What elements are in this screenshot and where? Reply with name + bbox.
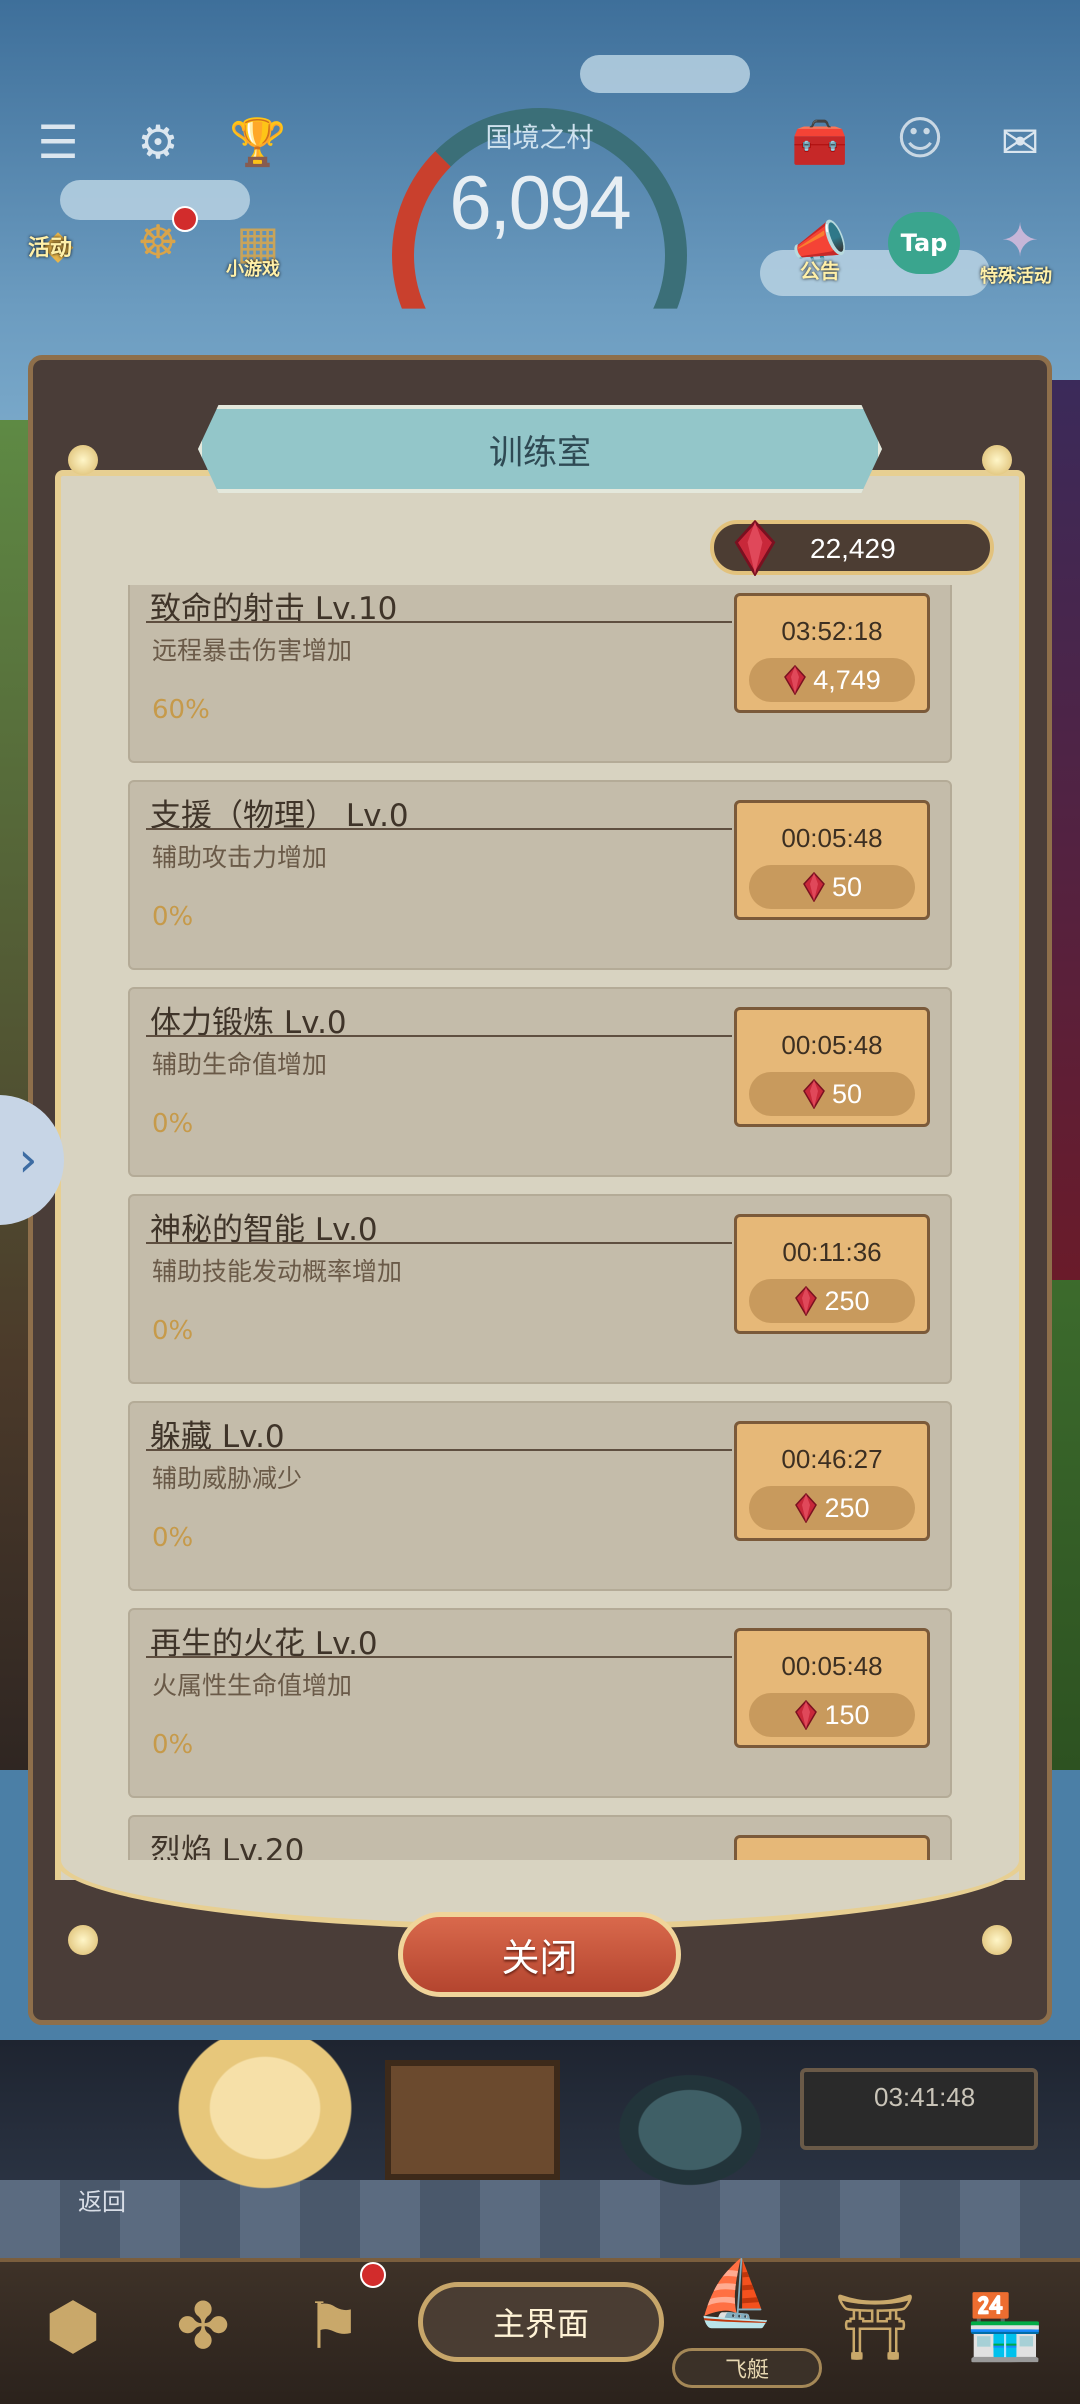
trophy-icon[interactable]: 🏆 xyxy=(228,112,288,172)
upgrade-cost: 150 xyxy=(749,1693,915,1737)
notification-badge xyxy=(360,2262,386,2288)
expedition-timer[interactable]: 03:41:48 xyxy=(800,2068,1038,2150)
skill-description: 辅助威胁减少 xyxy=(152,1464,303,1493)
hero-banner-icon[interactable]: ⚑ xyxy=(278,2272,388,2382)
ruby-gem-icon xyxy=(803,1079,825,1109)
upgrade-cost-value: 250 xyxy=(824,1492,870,1523)
upgrade-cost: 250 xyxy=(749,1279,915,1323)
upgrade-button[interactable]: 00:05:48 50 xyxy=(734,800,930,920)
rivet xyxy=(68,445,98,475)
gem-currency-display: 22,429 xyxy=(710,520,994,576)
skill-divider xyxy=(146,1656,732,1658)
skill-divider xyxy=(146,1035,732,1037)
skill-progress: 0% xyxy=(152,902,194,932)
upgrade-button[interactable]: 00:46:27 250 xyxy=(734,1421,930,1541)
village-name: 国境之村 xyxy=(485,123,594,154)
special-event-label[interactable]: 特殊活动 xyxy=(980,262,1052,288)
rivet xyxy=(68,1925,98,1955)
skill-card[interactable]: 致命的射击 Lv.10 远程暴击伤害增加 60% 03:52:18 4,749 xyxy=(128,585,952,763)
toolbox-icon[interactable]: 🧰 xyxy=(790,112,850,172)
upgrade-button[interactable]: 00:05:48 50 xyxy=(734,1007,930,1127)
ruby-gem-icon xyxy=(795,1286,818,1316)
skill-divider xyxy=(146,1449,732,1451)
gate-icon[interactable]: ⛩ xyxy=(820,2272,930,2382)
upgrade-cost-value: 4,749 xyxy=(813,664,881,695)
close-button[interactable]: 关闭 xyxy=(398,1912,681,1997)
upgrade-button[interactable]: 00:05:48 150 xyxy=(734,1628,930,1748)
ruby-gem-icon xyxy=(734,520,776,576)
cloud xyxy=(580,55,750,93)
crate xyxy=(385,2060,560,2180)
tap-button[interactable]: Tap xyxy=(888,212,960,274)
event-label[interactable]: 活动 xyxy=(28,230,72,262)
ruby-gem-icon xyxy=(795,1700,818,1730)
panel-title: 训练室 xyxy=(198,405,882,493)
skill-card[interactable]: 体力锻炼 Lv.0 辅助生命值增加 0% 00:05:48 50 xyxy=(128,987,952,1177)
skill-card[interactable]: 支援（物理） Lv.0 辅助攻击力增加 0% 00:05:48 50 xyxy=(128,780,952,970)
upgrade-timer: 00:11:36 xyxy=(782,1237,882,1267)
skill-card[interactable]: 再生的火花 Lv.0 火属性生命值增加 0% 00:05:48 150 xyxy=(128,1608,952,1798)
skill-progress: 0% xyxy=(152,1730,194,1760)
skill-description: 火属性生命值增加 xyxy=(152,1671,353,1700)
upgrade-cost-value: 250 xyxy=(824,1285,870,1316)
upgrade-timer: 00:46:27 xyxy=(781,1444,883,1474)
upgrade-cost: 50 xyxy=(749,865,915,909)
skill-description: 远程暴击伤害增加 xyxy=(152,636,353,665)
upgrade-cost-value: 50 xyxy=(831,1078,863,1109)
upgrade-button[interactable]: 00:11:36 250 xyxy=(734,1214,930,1334)
skill-divider xyxy=(146,1242,732,1244)
skill-description: 辅助攻击力增加 xyxy=(152,843,328,872)
skill-card[interactable]: 神秘的智能 Lv.0 辅助技能发动概率增加 0% 00:11:36 250 xyxy=(128,1194,952,1384)
skill-progress: 0% xyxy=(152,1316,194,1346)
upgrade-timer: 00:05:48 xyxy=(781,1651,883,1681)
special-event-icon[interactable]: ✦ xyxy=(990,210,1050,270)
upgrade-cost-value: 150 xyxy=(824,1699,870,1730)
back-label[interactable]: 返回 xyxy=(78,2182,126,2217)
upgrade-cost: 50 xyxy=(749,1072,915,1116)
skill-progress: 0% xyxy=(152,1523,194,1553)
expedition-timer-text: 03:41:48 xyxy=(874,2082,976,2112)
minigame-label[interactable]: 小游戏 xyxy=(226,255,280,281)
power-value: 6,094 xyxy=(449,161,631,246)
skill-list[interactable]: 致命的射击 Lv.10 远程暴击伤害增加 60% 03:52:18 4,749 支援（物理… xyxy=(128,585,952,1880)
ruby-gem-icon xyxy=(784,665,807,695)
notice-label[interactable]: 公告 xyxy=(800,255,840,284)
battle-icon[interactable]: ⬢ xyxy=(18,2272,128,2382)
propeller-icon[interactable]: ✤ xyxy=(148,2272,258,2382)
skill-progress: 60% xyxy=(152,695,210,725)
menu-icon[interactable]: ☰ xyxy=(28,112,88,172)
mail-icon[interactable]: ✉ xyxy=(990,112,1050,172)
rivet xyxy=(982,445,1012,475)
shop-icon[interactable]: 🏪 xyxy=(950,2272,1060,2382)
gem-currency-value: 22,429 xyxy=(810,533,896,564)
airship-label[interactable]: 飞艇 xyxy=(672,2348,822,2388)
ruby-gem-icon xyxy=(795,1493,818,1523)
upgrade-timer: 00:05:48 xyxy=(781,1030,883,1060)
heroine-character xyxy=(155,2040,375,2210)
skill-card[interactable]: 躲藏 Lv.0 辅助威胁减少 0% 00:46:27 250 xyxy=(128,1401,952,1591)
settings-gear-icon[interactable]: ⚙ xyxy=(128,112,188,172)
upgrade-cost: 250 xyxy=(749,1486,915,1530)
skill-description: 辅助生命值增加 xyxy=(152,1050,328,1079)
main-screen-button[interactable]: 主界面 xyxy=(418,2282,664,2362)
rivet xyxy=(982,1925,1012,1955)
upgrade-button[interactable]: 03:52:18 4,749 xyxy=(734,593,930,713)
upgrade-timer: 00:05:48 xyxy=(781,823,883,853)
upgrade-cost-value: 50 xyxy=(831,871,863,902)
ruby-gem-icon xyxy=(803,872,825,902)
friends-icon[interactable]: ☺ xyxy=(890,108,950,168)
skill-description: 辅助技能发动概率增加 xyxy=(152,1257,403,1286)
skill-progress: 0% xyxy=(152,1109,194,1139)
warrior-character xyxy=(600,2060,780,2200)
upgrade-cost: 4,749 xyxy=(749,658,915,702)
notification-badge xyxy=(172,206,198,232)
skill-divider xyxy=(146,621,732,623)
power-gauge: 国境之村 6,094 xyxy=(392,108,687,309)
skill-divider xyxy=(146,828,732,830)
airship-icon[interactable]: ⛵ xyxy=(680,2238,790,2348)
upgrade-timer: 03:52:18 xyxy=(781,616,883,646)
